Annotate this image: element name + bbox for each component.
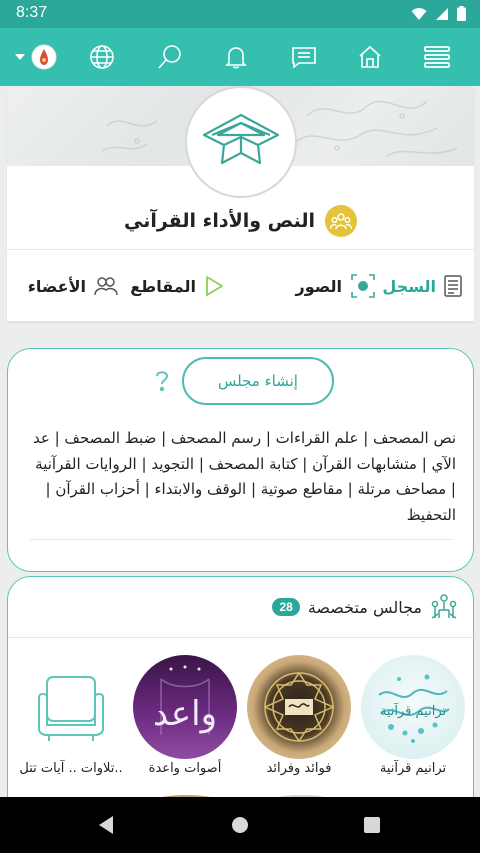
menu-icon <box>424 46 450 68</box>
recents-icon <box>364 817 380 833</box>
tab-label: المقاطع <box>130 276 196 296</box>
quran-book-icon <box>202 113 280 165</box>
avatar-icon <box>31 44 57 70</box>
divider <box>30 539 452 540</box>
home-button[interactable] <box>348 28 392 86</box>
tab-photos[interactable]: الصور <box>296 250 377 322</box>
council-item[interactable]: تلاوات .. آيات تتل.. <box>19 655 123 785</box>
council-thumbnail: واعد <box>133 655 237 759</box>
ornament-artwork <box>263 671 335 743</box>
group-title-row: النص والأداء القرآني <box>7 203 474 239</box>
council-item[interactable]: فوائد وفرائد <box>247 655 351 785</box>
count-badge: 28 <box>272 598 300 616</box>
notifications-button[interactable] <box>214 28 258 86</box>
back-button[interactable] <box>76 797 136 853</box>
thumb-caption: ترانيم قرآنية <box>380 702 447 719</box>
tab-members[interactable]: الأعضاء <box>28 250 118 322</box>
council-thumbnail <box>19 655 123 759</box>
chevron-down-icon <box>15 54 25 60</box>
tab-label: السجل <box>382 276 436 296</box>
topics-text: نص المصحف | علم القراءات | رسم المصحف | … <box>33 429 456 524</box>
help-icon[interactable] <box>154 369 170 393</box>
content[interactable]: النص والأداء القرآني السجل الصور المقاطع… <box>0 86 480 798</box>
system-nav-bar <box>0 797 480 853</box>
members-badge[interactable] <box>325 205 357 237</box>
group-logo <box>185 86 297 198</box>
messages-icon <box>292 47 316 69</box>
council-item[interactable]: ترانيم قرآنية ترانيم قرآنية <box>361 655 465 785</box>
home-icon <box>359 45 381 68</box>
app-bar <box>0 28 480 86</box>
specialized-header: 28 مجالس متخصصة <box>8 589 458 625</box>
members-icon <box>94 277 118 296</box>
globe-button[interactable] <box>80 28 124 86</box>
thumb-caption: واعد <box>153 694 217 734</box>
back-icon <box>99 816 113 834</box>
menu-button[interactable] <box>414 28 460 86</box>
tab-label: الأعضاء <box>27 276 86 296</box>
status-icons <box>411 6 466 21</box>
wifi-icon <box>411 7 427 20</box>
create-council-button[interactable]: إنشاء مجلس <box>182 357 334 405</box>
document-icon <box>444 275 462 297</box>
council-label: فوائد وفرائد <box>266 761 332 776</box>
specialized-councils-card: 28 مجالس متخصصة ترانيم قرآنية ترانيم قرآ… <box>7 576 475 798</box>
tab-record[interactable]: السجل <box>382 250 462 322</box>
profile-tabs: السجل الصور المقاطع الأعضاء <box>7 250 474 322</box>
council-thumbnail: ترانيم قرآنية <box>361 655 465 759</box>
status-time: 8:37 <box>16 4 48 21</box>
bell-icon <box>225 47 247 69</box>
search-button[interactable] <box>148 28 192 86</box>
signal-icon <box>436 7 448 20</box>
search-icon <box>158 45 181 69</box>
waed-artwork: واعد <box>153 665 217 735</box>
council-icon <box>431 594 457 619</box>
council-label: تلاوات .. آيات تتل.. <box>19 761 123 776</box>
divider <box>8 637 475 638</box>
globe-icon <box>90 45 114 69</box>
home-nav-button[interactable] <box>210 797 270 853</box>
group-title: النص والأداء القرآني <box>123 210 315 232</box>
council-item[interactable]: واعد أصوات واعدة <box>133 655 237 785</box>
account-switcher[interactable] <box>8 28 64 86</box>
camera-icon <box>351 274 375 298</box>
status-bar: 8:37 <box>0 0 480 28</box>
specialized-title: مجالس متخصصة <box>307 597 422 617</box>
council-label: ترانيم قرآنية <box>379 761 447 776</box>
tab-label: الصور <box>295 276 343 296</box>
sofa-placeholder-icon <box>38 676 104 741</box>
tarateem-artwork: ترانيم قرآنية <box>378 674 450 743</box>
messages-button[interactable] <box>282 28 326 86</box>
group-profile-card: النص والأداء القرآني السجل الصور المقاطع… <box>7 86 474 322</box>
recents-button[interactable] <box>342 797 402 853</box>
council-label: أصوات واعدة <box>148 761 222 776</box>
create-council-card: إنشاء مجلس نص المصحف | علم القراءات | رس… <box>7 348 474 572</box>
tab-clips[interactable]: المقاطع <box>130 250 224 322</box>
play-icon <box>206 276 223 296</box>
home-circle-icon <box>232 817 248 833</box>
council-thumbnail <box>247 655 351 759</box>
battery-icon <box>457 6 466 21</box>
group-people-icon <box>330 213 352 230</box>
